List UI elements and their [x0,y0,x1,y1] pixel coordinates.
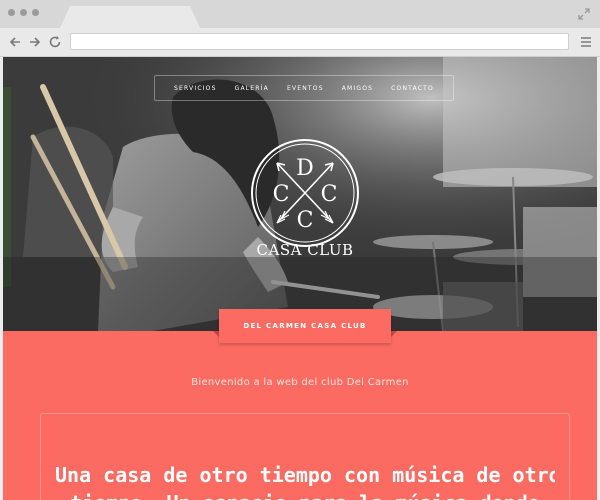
logo-letter-left: C [273,182,290,207]
nav-link-eventos[interactable]: EVENTOS [287,85,324,92]
forward-arrow-icon[interactable] [28,35,42,49]
nav-link-galeria[interactable]: GALERÍA [235,85,269,92]
club-ribbon-badge: DEL CARMEN CASA CLUB [219,309,391,343]
address-bar[interactable] [70,33,569,50]
reload-icon[interactable] [48,35,62,49]
main-navigation: SERVICIOS GALERÍA EVENTOS AMIGOS CONTACT… [154,75,454,101]
window-dot-icon[interactable] [20,9,27,16]
nav-link-servicios[interactable]: SERVICIOS [174,85,217,92]
logo-letter-bottom: C [297,208,314,233]
hero-section: SERVICIOS GALERÍA EVENTOS AMIGOS CONTACT… [3,57,597,331]
welcome-text: Bienvenido a la web del club Del Carmen [191,377,409,388]
window-dot-icon[interactable] [32,9,39,16]
intro-heading-line-2: tiempo. Un espacio para la música donde [55,489,555,500]
browser-toolbar [0,28,600,57]
page-viewport: SERVICIOS GALERÍA EVENTOS AMIGOS CONTACT… [3,57,597,500]
nav-link-amigos[interactable]: AMIGOS [342,85,373,92]
browser-chrome [0,0,600,57]
browser-tab[interactable] [60,6,200,28]
menu-icon[interactable] [580,36,592,48]
intro-heading: Una casa de otro tiempo con música de ot… [55,461,555,500]
club-logo[interactable]: D C C C [249,137,361,249]
logo-letter-top: D [296,156,314,181]
window-dot-icon[interactable] [8,9,15,16]
logo-wordmark: CASA CLUB [256,241,354,259]
logo-letter-right: C [321,182,338,207]
back-arrow-icon[interactable] [8,35,22,49]
title-bar [0,0,600,28]
nav-link-contacto[interactable]: CONTACTO [391,85,434,92]
expand-icon[interactable] [578,8,590,20]
window-controls [8,9,39,16]
ribbon-fold-right [391,331,397,337]
intro-heading-line-1: Una casa de otro tiempo con música de ot… [55,463,555,487]
